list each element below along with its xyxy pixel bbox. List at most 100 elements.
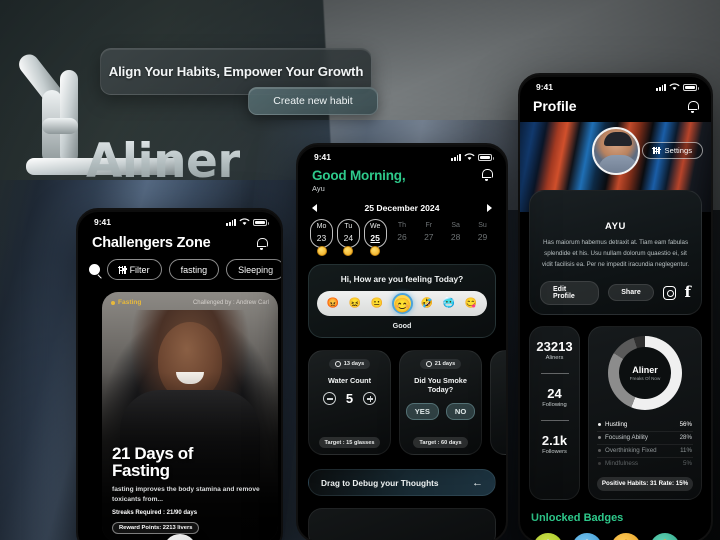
calendar-days: Mo 23 Tu 24 We 25 Th 26 Fr 27 Sa 28 Su 2…	[308, 219, 496, 256]
calendar-next-icon[interactable]	[486, 204, 492, 212]
day-mood-emoji-icon	[370, 246, 381, 256]
positive-habits-bar: Positive Habits: 31 Rate: 15%	[597, 476, 693, 491]
widget-days-label: 13 days	[343, 361, 365, 367]
battery-icon	[478, 153, 494, 161]
notification-bell-icon[interactable]	[687, 100, 699, 113]
yes-button[interactable]: YES	[405, 403, 439, 420]
status-time: 9:41	[536, 82, 554, 92]
legend-label: Mindfulness	[605, 460, 639, 468]
brand-name: Aliner	[86, 134, 241, 189]
calendar-prev-icon[interactable]	[312, 204, 317, 212]
chip-fasting[interactable]: fasting	[168, 259, 220, 280]
donut-title: Aliner	[632, 364, 658, 375]
notification-bell-icon[interactable]	[481, 168, 493, 181]
water-count-value: 5	[345, 391, 354, 406]
calendar-day[interactable]: Su 29	[471, 219, 494, 248]
day-number: 24	[343, 233, 354, 243]
day-of-week: Tu	[344, 223, 353, 230]
gear-icon	[425, 361, 432, 367]
day-mood-emoji-icon	[343, 246, 354, 256]
create-new-habit-button[interactable]: Create new habit	[248, 87, 378, 115]
facebook-icon[interactable]: f	[685, 285, 691, 300]
challenge-card-list: Fasting Challenged by : Andrew Carl 21 D…	[78, 280, 281, 540]
water-stepper[interactable]: 5	[322, 391, 377, 406]
unlocked-badges-title: Unlocked Badges	[531, 511, 624, 524]
settings-button[interactable]: Settings	[642, 142, 703, 159]
decrement-button[interactable]	[322, 392, 336, 405]
calendar-day[interactable]: Tu 24	[336, 219, 360, 256]
challenge-card[interactable]: Fasting Challenged by : Andrew Carl 21 D…	[102, 292, 278, 540]
sliders-icon	[652, 147, 661, 154]
mood-emoji-icon[interactable]: 🥶	[442, 296, 457, 311]
calendar-day[interactable]: Fr 27	[417, 219, 440, 248]
calendar-month-label: 25 December 2024	[364, 203, 440, 213]
wifi-icon	[239, 218, 250, 225]
filter-chip-row[interactable]: Filter fasting Sleeping Di	[78, 259, 281, 280]
day-number: 25	[370, 233, 380, 243]
rate-label: Rate: 15%	[658, 480, 689, 488]
legend-row: Mindfulness 5%	[597, 458, 693, 470]
greeting-text: Good Morning,	[312, 168, 406, 183]
legend-value: 28%	[679, 434, 692, 442]
left-header: Challengers Zone	[78, 229, 281, 259]
badge-lime-icon[interactable]	[533, 532, 563, 540]
mood-emoji-icon[interactable]: 😖	[348, 296, 363, 311]
no-button[interactable]: NO	[445, 403, 476, 420]
stat-label: Followers	[542, 448, 567, 455]
day-of-week: Th	[397, 222, 407, 229]
status-time: 9:41	[314, 152, 332, 162]
signal-icon	[451, 153, 461, 161]
drag-to-debug-bar[interactable]: Drag to Debug your Thoughts ←	[308, 469, 496, 496]
calendar-day[interactable]: Th 26	[390, 219, 413, 248]
mood-emoji-row[interactable]: 😡 😖 😐 😊 🤣 🥶 😋	[317, 291, 487, 316]
battery-icon	[683, 83, 699, 91]
widget-smoke-check[interactable]: 21 days Did You Smoke Today? YES NO Targ…	[399, 350, 482, 455]
legend-label: Focusing Ability	[605, 434, 648, 442]
widget-title: Water Count	[327, 376, 372, 385]
day-mood-emoji-icon	[316, 246, 327, 256]
chip-sleeping[interactable]: Sleeping	[226, 259, 281, 280]
calendar-nav: 25 December 2024	[308, 203, 496, 213]
mood-emoji-icon[interactable]: 😋	[464, 296, 479, 311]
profile-action-row: Edit Profile Share f	[540, 280, 691, 305]
wifi-icon	[464, 153, 475, 160]
notification-bell-icon[interactable]	[256, 237, 268, 250]
habit-widget-row: 13 days Water Count 5 Target : 15 glasse…	[298, 338, 506, 455]
phone-profile: 9:41 Profile Settings AYU Has maiorum ha…	[518, 73, 713, 540]
widget-exercise-partial[interactable]: Exe	[490, 350, 506, 455]
mood-emoji-icon-selected[interactable]: 😊	[391, 293, 413, 314]
chip-filter-label: Filter	[129, 264, 150, 275]
signal-icon	[656, 83, 666, 91]
badge-teal-icon[interactable]	[650, 532, 680, 540]
legend-row: Overthinking Fixed 11%	[597, 445, 693, 458]
increment-button[interactable]	[363, 392, 377, 405]
divider	[540, 372, 569, 374]
day-number: 23	[316, 233, 327, 243]
instagram-icon[interactable]	[662, 285, 676, 300]
calendar-day-today[interactable]: We 25	[363, 219, 387, 256]
calendar-day[interactable]: Mo 23	[310, 219, 333, 256]
status-bar: 9:41	[298, 145, 506, 164]
stat-value: 23213	[536, 338, 573, 354]
search-icon[interactable]	[89, 264, 100, 275]
habits-donut-chart-card: Aliner Freaks Of Now Hustling 56% Focusi…	[588, 325, 702, 500]
arrow-left-icon: ←	[472, 476, 483, 489]
wifi-icon	[669, 83, 680, 90]
donut-center-label: Aliner Freaks Of Now	[608, 336, 682, 410]
greeting-header: Good Morning, Ayu	[298, 164, 506, 193]
yes-no-row[interactable]: YES NO	[405, 403, 476, 420]
widget-water-count[interactable]: 13 days Water Count 5 Target : 15 glasse…	[308, 350, 391, 455]
signal-icon	[226, 218, 236, 226]
share-button[interactable]: Share	[608, 284, 654, 302]
phone-challengers-zone: 9:41 Challengers Zone Filter fasting Sle…	[76, 208, 283, 540]
badge-blue-icon[interactable]	[572, 532, 602, 540]
mood-emoji-icon[interactable]: 😡	[326, 296, 341, 311]
edit-profile-button[interactable]: Edit Profile	[540, 280, 600, 305]
mood-emoji-icon[interactable]: 🤣	[420, 296, 435, 311]
mood-emoji-icon[interactable]: 😐	[370, 296, 385, 311]
badge-amber-icon[interactable]	[611, 532, 641, 540]
chip-filter[interactable]: Filter	[107, 259, 162, 280]
calendar-day[interactable]: Sa 28	[444, 219, 467, 248]
avatar[interactable]	[591, 127, 640, 175]
settings-label: Settings	[664, 146, 692, 155]
